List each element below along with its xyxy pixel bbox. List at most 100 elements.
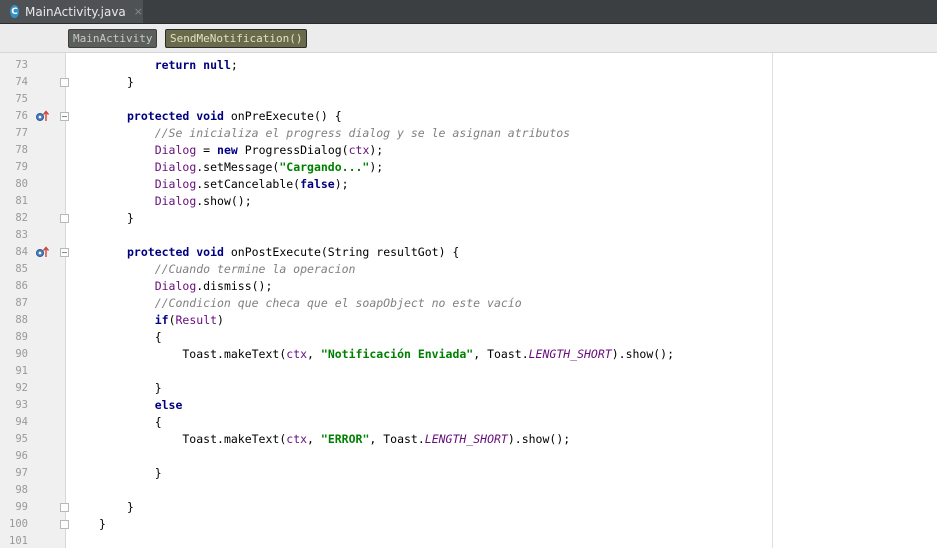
line-number: 75 xyxy=(15,93,28,105)
code-line: return null; xyxy=(127,57,238,74)
code-token: Dialog xyxy=(154,143,197,157)
code-token: = xyxy=(196,143,218,157)
code-token: ) xyxy=(217,313,224,327)
line-number: 92 xyxy=(15,382,28,394)
code-token: protected xyxy=(127,245,197,259)
code-token: .setCancelable( xyxy=(196,177,301,191)
code-line: else xyxy=(127,397,183,414)
code-token: .dismiss(); xyxy=(196,279,273,293)
code-token: , Toast. xyxy=(473,347,529,361)
code-token: ; xyxy=(230,58,238,72)
code-token: Dialog xyxy=(154,279,197,293)
line-number: 86 xyxy=(15,280,28,292)
line-number: 74 xyxy=(15,76,28,88)
code-token: Toast. xyxy=(127,347,224,361)
line-number: 84 xyxy=(15,246,28,258)
code-token: ctx xyxy=(286,347,308,361)
java-class-icon: C xyxy=(10,5,19,18)
line-number: 80 xyxy=(15,178,28,190)
line-number: 87 xyxy=(15,297,28,309)
code-line: } xyxy=(127,74,134,91)
close-icon[interactable]: × xyxy=(134,5,143,18)
code-token: } xyxy=(127,381,162,395)
code-token: { xyxy=(127,330,162,344)
line-number: 76 xyxy=(15,110,28,122)
line-number: 81 xyxy=(15,195,28,207)
line-number: 88 xyxy=(15,314,28,326)
code-token: //Condicion que checa que el soapObject … xyxy=(127,296,522,310)
code-line: Dialog.setMessage("Cargando..."); xyxy=(127,159,384,176)
code-token: ); xyxy=(369,143,384,157)
override-method-icon[interactable] xyxy=(35,110,51,122)
breadcrumb-method[interactable]: SendMeNotification() xyxy=(165,29,308,48)
code-token: new xyxy=(217,143,245,157)
code-line: } xyxy=(127,210,134,227)
line-number: 73 xyxy=(15,59,28,71)
code-line: } xyxy=(127,465,162,482)
tab-main-activity[interactable]: C MainActivity.java × xyxy=(0,0,143,23)
code-line: //Se inicializa el progress dialog y se … xyxy=(127,125,570,142)
code-token: , xyxy=(307,347,321,361)
code-editor[interactable]: return null;} protected void onPreExecute… xyxy=(66,53,937,548)
line-number: 96 xyxy=(15,450,28,462)
code-line: } xyxy=(127,499,134,516)
line-number: 91 xyxy=(15,365,28,377)
line-number: 89 xyxy=(15,331,28,343)
code-token: } xyxy=(99,517,106,531)
code-token: , Toast. xyxy=(369,432,425,446)
code-token: makeText xyxy=(223,347,280,361)
code-token: Result xyxy=(175,313,218,327)
code-line: if(Result) xyxy=(127,312,224,329)
line-number: 79 xyxy=(15,161,28,173)
line-number: 97 xyxy=(15,467,28,479)
code-token: } xyxy=(127,500,134,514)
override-method-icon[interactable] xyxy=(35,246,51,258)
code-line: Dialog.show(); xyxy=(127,193,252,210)
code-token: ProgressDialog( xyxy=(244,143,349,157)
code-token: void xyxy=(196,109,231,123)
code-token: ).show(); xyxy=(507,432,571,446)
code-token: Dialog xyxy=(154,160,197,174)
code-token: protected xyxy=(127,109,197,123)
line-number: 78 xyxy=(15,144,28,156)
line-number: 100 xyxy=(9,518,28,530)
code-token: LENGTH_SHORT xyxy=(528,347,612,361)
code-token: Dialog xyxy=(154,194,197,208)
editor-tab-bar: C MainActivity.java × xyxy=(0,0,937,24)
line-number: 90 xyxy=(15,348,28,360)
tab-label: MainActivity.java xyxy=(25,4,126,19)
code-line: Toast.makeText(ctx, "Notificación Enviad… xyxy=(127,346,674,363)
line-number: 95 xyxy=(15,433,28,445)
code-token: ctx xyxy=(348,143,370,157)
code-token: else xyxy=(154,398,183,412)
line-number: 83 xyxy=(15,229,28,241)
code-line: Dialog.setCancelable(false); xyxy=(127,176,349,193)
code-token: onPreExecute() { xyxy=(230,109,342,123)
code-line: protected void onPostExecute(String resu… xyxy=(127,244,459,261)
code-line: } xyxy=(99,516,106,533)
code-token: ); xyxy=(369,160,384,174)
code-token: Dialog xyxy=(154,177,197,191)
code-token: } xyxy=(127,75,134,89)
breadcrumb-class[interactable]: MainActivity xyxy=(68,29,158,48)
code-token: ctx xyxy=(286,432,308,446)
code-token: return xyxy=(127,58,204,72)
code-token: "ERROR" xyxy=(320,432,370,446)
code-line: { xyxy=(127,414,162,431)
code-token: onPostExecute(String resultGot) { xyxy=(230,245,460,259)
code-token: , xyxy=(307,432,321,446)
line-number: 98 xyxy=(15,484,28,496)
line-number: 101 xyxy=(9,535,28,547)
code-token: ); xyxy=(334,177,349,191)
code-token: Toast. xyxy=(127,432,224,446)
code-line: Dialog = new ProgressDialog(ctx); xyxy=(127,142,384,159)
breadcrumb: MainActivity SendMeNotification() xyxy=(0,24,937,53)
code-token: } xyxy=(127,211,134,225)
line-number: 93 xyxy=(15,399,28,411)
code-token: .setMessage( xyxy=(196,160,280,174)
